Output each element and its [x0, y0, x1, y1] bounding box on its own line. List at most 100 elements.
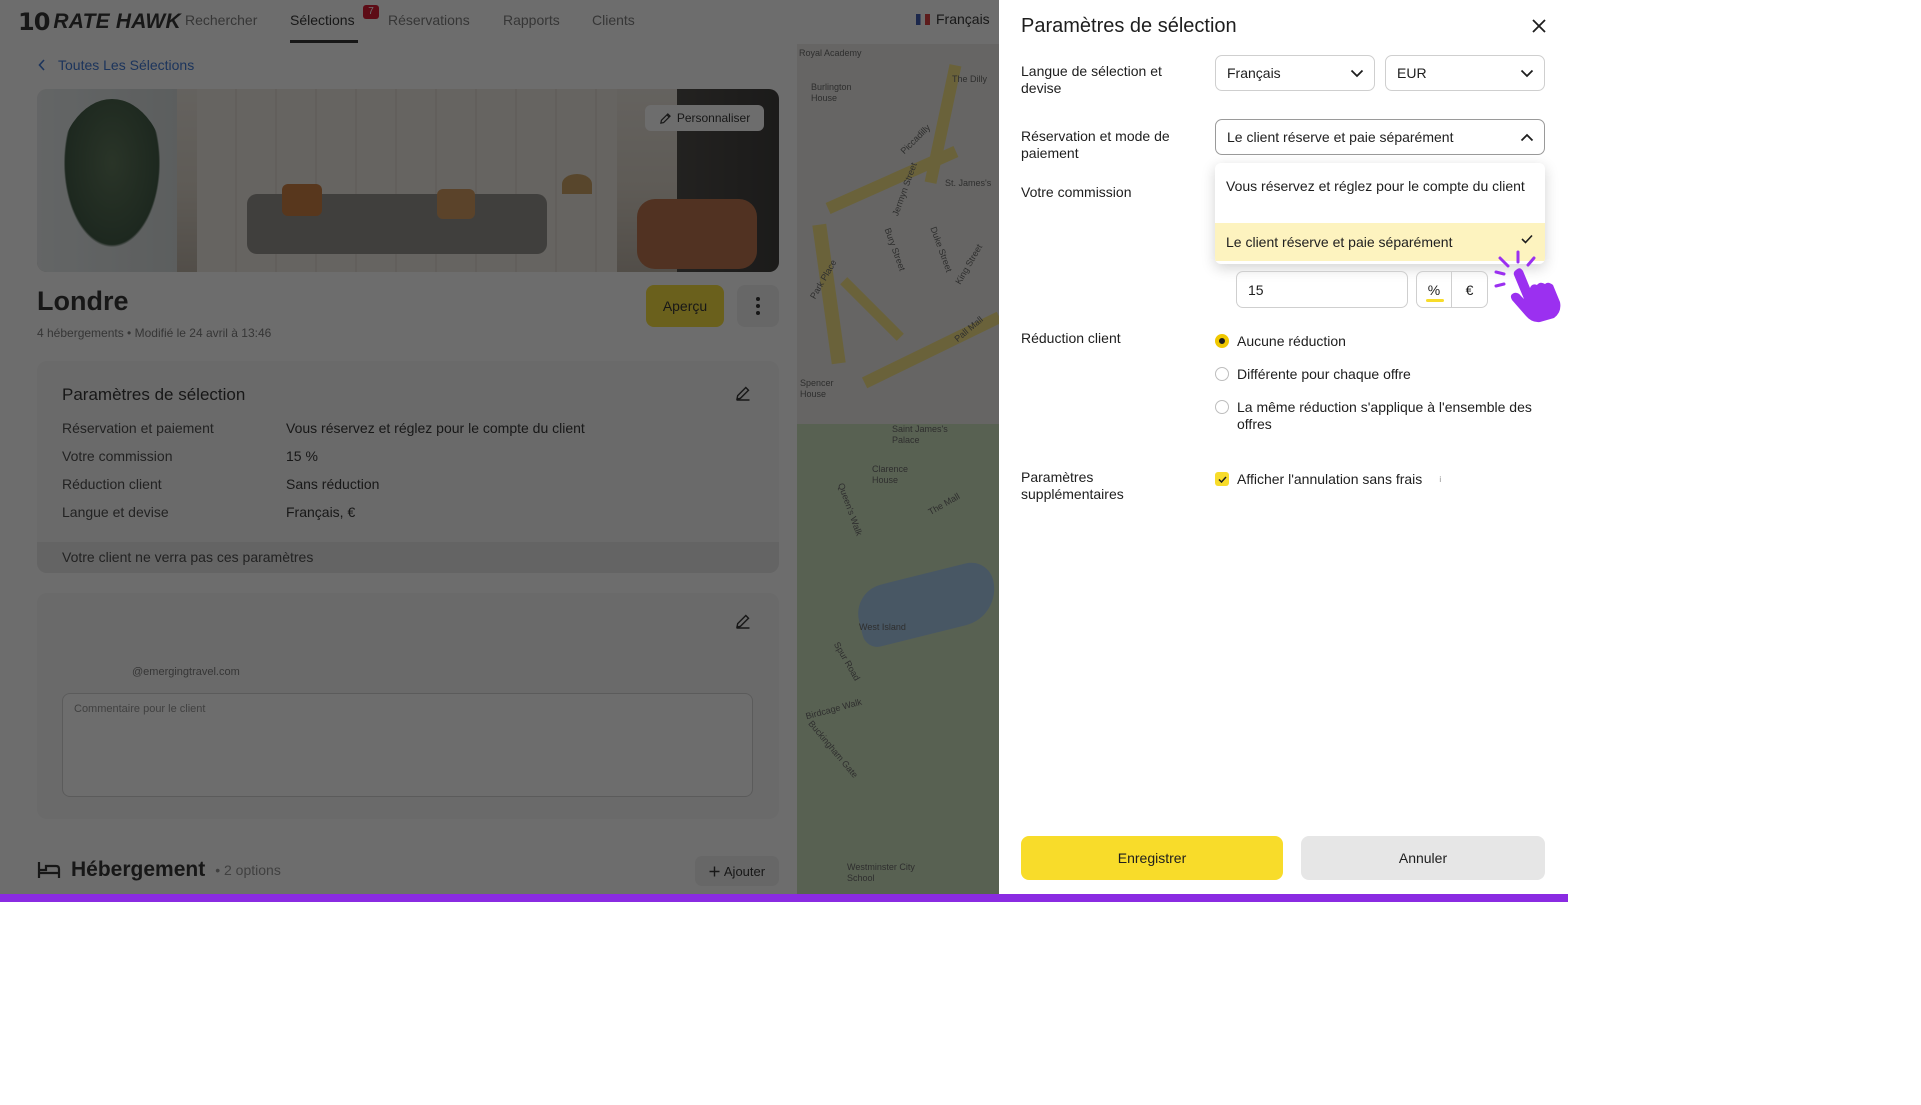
- agent-email: @emergingtravel.com: [132, 666, 240, 678]
- breadcrumb[interactable]: Toutes Les Sélections: [38, 57, 194, 73]
- language-label: Français: [936, 11, 990, 27]
- param-label-discount: Réduction client: [62, 476, 162, 492]
- discount-option-same-all[interactable]: La même réduction s'applique à l'ensembl…: [1215, 399, 1535, 433]
- params-card-title: Paramètres de sélection: [62, 385, 246, 404]
- more-vertical-icon: [756, 297, 760, 315]
- preview-button[interactable]: Aperçu: [646, 285, 724, 327]
- selection-params-card: Paramètres de sélection Réservation et p…: [37, 361, 779, 573]
- param-label-booking: Réservation et paiement: [62, 420, 214, 436]
- checkbox-checked-icon: [1215, 472, 1229, 486]
- app-window: 10 RATE HAWK Rechercher Sélections 7 Rés…: [0, 0, 1568, 902]
- close-icon: [1532, 19, 1546, 33]
- map-label: Bury Street: [882, 226, 908, 273]
- brand-mark: 10: [18, 8, 50, 36]
- commission-input[interactable]: 15: [1236, 271, 1408, 308]
- pointing-hand-cursor-icon: [1494, 250, 1561, 323]
- dropdown-option-label: Le client réserve et paie séparément: [1226, 234, 1453, 250]
- nav-reservations[interactable]: Réservations: [388, 12, 470, 28]
- map-label: Royal Academy: [799, 48, 862, 58]
- france-flag-icon: [916, 13, 930, 25]
- map-view[interactable]: Royal Academy Burlington House The Dilly…: [797, 44, 999, 902]
- brand-logo[interactable]: 10 RATE HAWK: [18, 4, 181, 40]
- edit-pencil-icon[interactable]: [735, 613, 751, 629]
- currency-select-value: EUR: [1397, 65, 1427, 81]
- brand-name: RATE HAWK: [53, 10, 181, 33]
- radio-selected-icon: [1215, 334, 1229, 348]
- contact-card: @emergingtravel.com Commentaire pour le …: [37, 593, 779, 819]
- param-value-commission: 15 %: [286, 448, 318, 464]
- param-label-language: Langue et devise: [62, 504, 169, 520]
- selections-count-badge: 7: [363, 5, 379, 19]
- discount-label: Réduction client: [1021, 330, 1121, 346]
- chevron-down-icon: [1520, 69, 1534, 77]
- extra-params-label: Paramètres supplémentaires: [1021, 469, 1124, 502]
- discount-option-none[interactable]: Aucune réduction: [1215, 333, 1346, 350]
- selection-settings-panel: Paramètres de sélection Langue de sélect…: [999, 0, 1568, 902]
- plus-icon: [709, 866, 720, 876]
- language-switcher[interactable]: Français: [916, 11, 990, 27]
- nav-clients[interactable]: Clients: [592, 12, 635, 28]
- chevron-down-icon: [1350, 69, 1364, 77]
- client-comment-textarea[interactable]: Commentaire pour le client: [62, 693, 753, 797]
- bed-icon: [37, 862, 61, 878]
- selection-title: Londre: [37, 286, 129, 316]
- map-label: The Dilly: [952, 74, 988, 84]
- add-label: Ajouter: [723, 863, 766, 879]
- nav-rechercher[interactable]: Rechercher: [185, 12, 257, 28]
- language-select-value: Français: [1227, 65, 1281, 81]
- nav-rapports[interactable]: Rapports: [503, 12, 560, 28]
- customize-label: Personnaliser: [676, 111, 751, 125]
- map-label: Piccadilly: [898, 122, 933, 156]
- pencil-icon: [659, 112, 671, 124]
- selection-subtitle: 4 hébergements • Modifié le 24 avril à 1…: [37, 326, 272, 340]
- map-label: Burlington House: [811, 82, 852, 103]
- chevron-up-icon: [1520, 133, 1534, 141]
- checkmark-icon: [1521, 234, 1533, 244]
- map-label: St. James's: [945, 178, 992, 188]
- booking-mode-dropdown: Vous réservez et réglez pour le compte d…: [1215, 163, 1545, 264]
- accommodation-heading: Hébergement • 2 options: [37, 858, 281, 882]
- more-options-button[interactable]: [737, 285, 779, 327]
- map-label: King Street: [953, 242, 985, 287]
- customize-button[interactable]: Personnaliser: [645, 105, 764, 131]
- active-tab-underline: [290, 40, 358, 43]
- map-label: Saint James's Palace: [892, 424, 948, 445]
- map-label: West Island: [859, 622, 906, 632]
- param-value-language: Français, €: [286, 504, 356, 520]
- commission-label: Votre commission: [1021, 184, 1132, 200]
- info-icon[interactable]: i: [1434, 473, 1446, 485]
- close-panel-button[interactable]: [1527, 14, 1551, 38]
- unit-percent-toggle[interactable]: %: [1416, 271, 1452, 308]
- add-accommodation-button[interactable]: Ajouter: [695, 856, 779, 886]
- edit-pencil-icon[interactable]: [735, 385, 751, 401]
- map-label: Duke Street: [928, 225, 955, 274]
- currency-select[interactable]: EUR: [1385, 55, 1545, 91]
- radio-empty-icon: [1215, 400, 1229, 414]
- language-select[interactable]: Français: [1215, 55, 1375, 91]
- nav-selections[interactable]: Sélections: [290, 12, 355, 28]
- param-label-commission: Votre commission: [62, 448, 173, 464]
- dropdown-option-agent-pays[interactable]: Vous réservez et réglez pour le compte d…: [1215, 163, 1545, 223]
- discount-option-label: Aucune réduction: [1237, 333, 1346, 349]
- radio-empty-icon: [1215, 367, 1229, 381]
- selection-page: 10 RATE HAWK Rechercher Sélections 7 Rés…: [0, 0, 999, 902]
- language-currency-label: Langue de sélection et devise: [1021, 63, 1162, 96]
- accommodation-title: Hébergement: [71, 858, 206, 881]
- save-button[interactable]: Enregistrer: [1021, 836, 1283, 880]
- unit-euro-toggle[interactable]: €: [1452, 271, 1488, 308]
- discount-option-label: Différente pour chaque offre: [1237, 366, 1411, 382]
- params-card-footer: Votre client ne verra pas ces paramètres: [37, 542, 779, 573]
- discount-option-label: La même réduction s'applique à l'ensembl…: [1237, 399, 1532, 432]
- map-label: Jermyn Street: [890, 161, 919, 218]
- param-value-discount: Sans réduction: [286, 476, 380, 492]
- booking-mode-value: Le client réserve et paie séparément: [1227, 129, 1454, 145]
- free-cancellation-checkbox[interactable]: Afficher l'annulation sans frais i: [1215, 471, 1446, 487]
- booking-mode-select[interactable]: Le client réserve et paie séparément: [1215, 119, 1545, 155]
- map-label: Westminster City School: [847, 862, 915, 883]
- accommodation-count: • 2 options: [215, 862, 281, 878]
- discount-option-per-offer[interactable]: Différente pour chaque offre: [1215, 366, 1411, 383]
- map-park-area: [797, 424, 999, 902]
- top-header: 10 RATE HAWK Rechercher Sélections 7 Rés…: [0, 0, 999, 44]
- map-label: Spencer House: [800, 378, 834, 399]
- cancel-button[interactable]: Annuler: [1301, 836, 1545, 880]
